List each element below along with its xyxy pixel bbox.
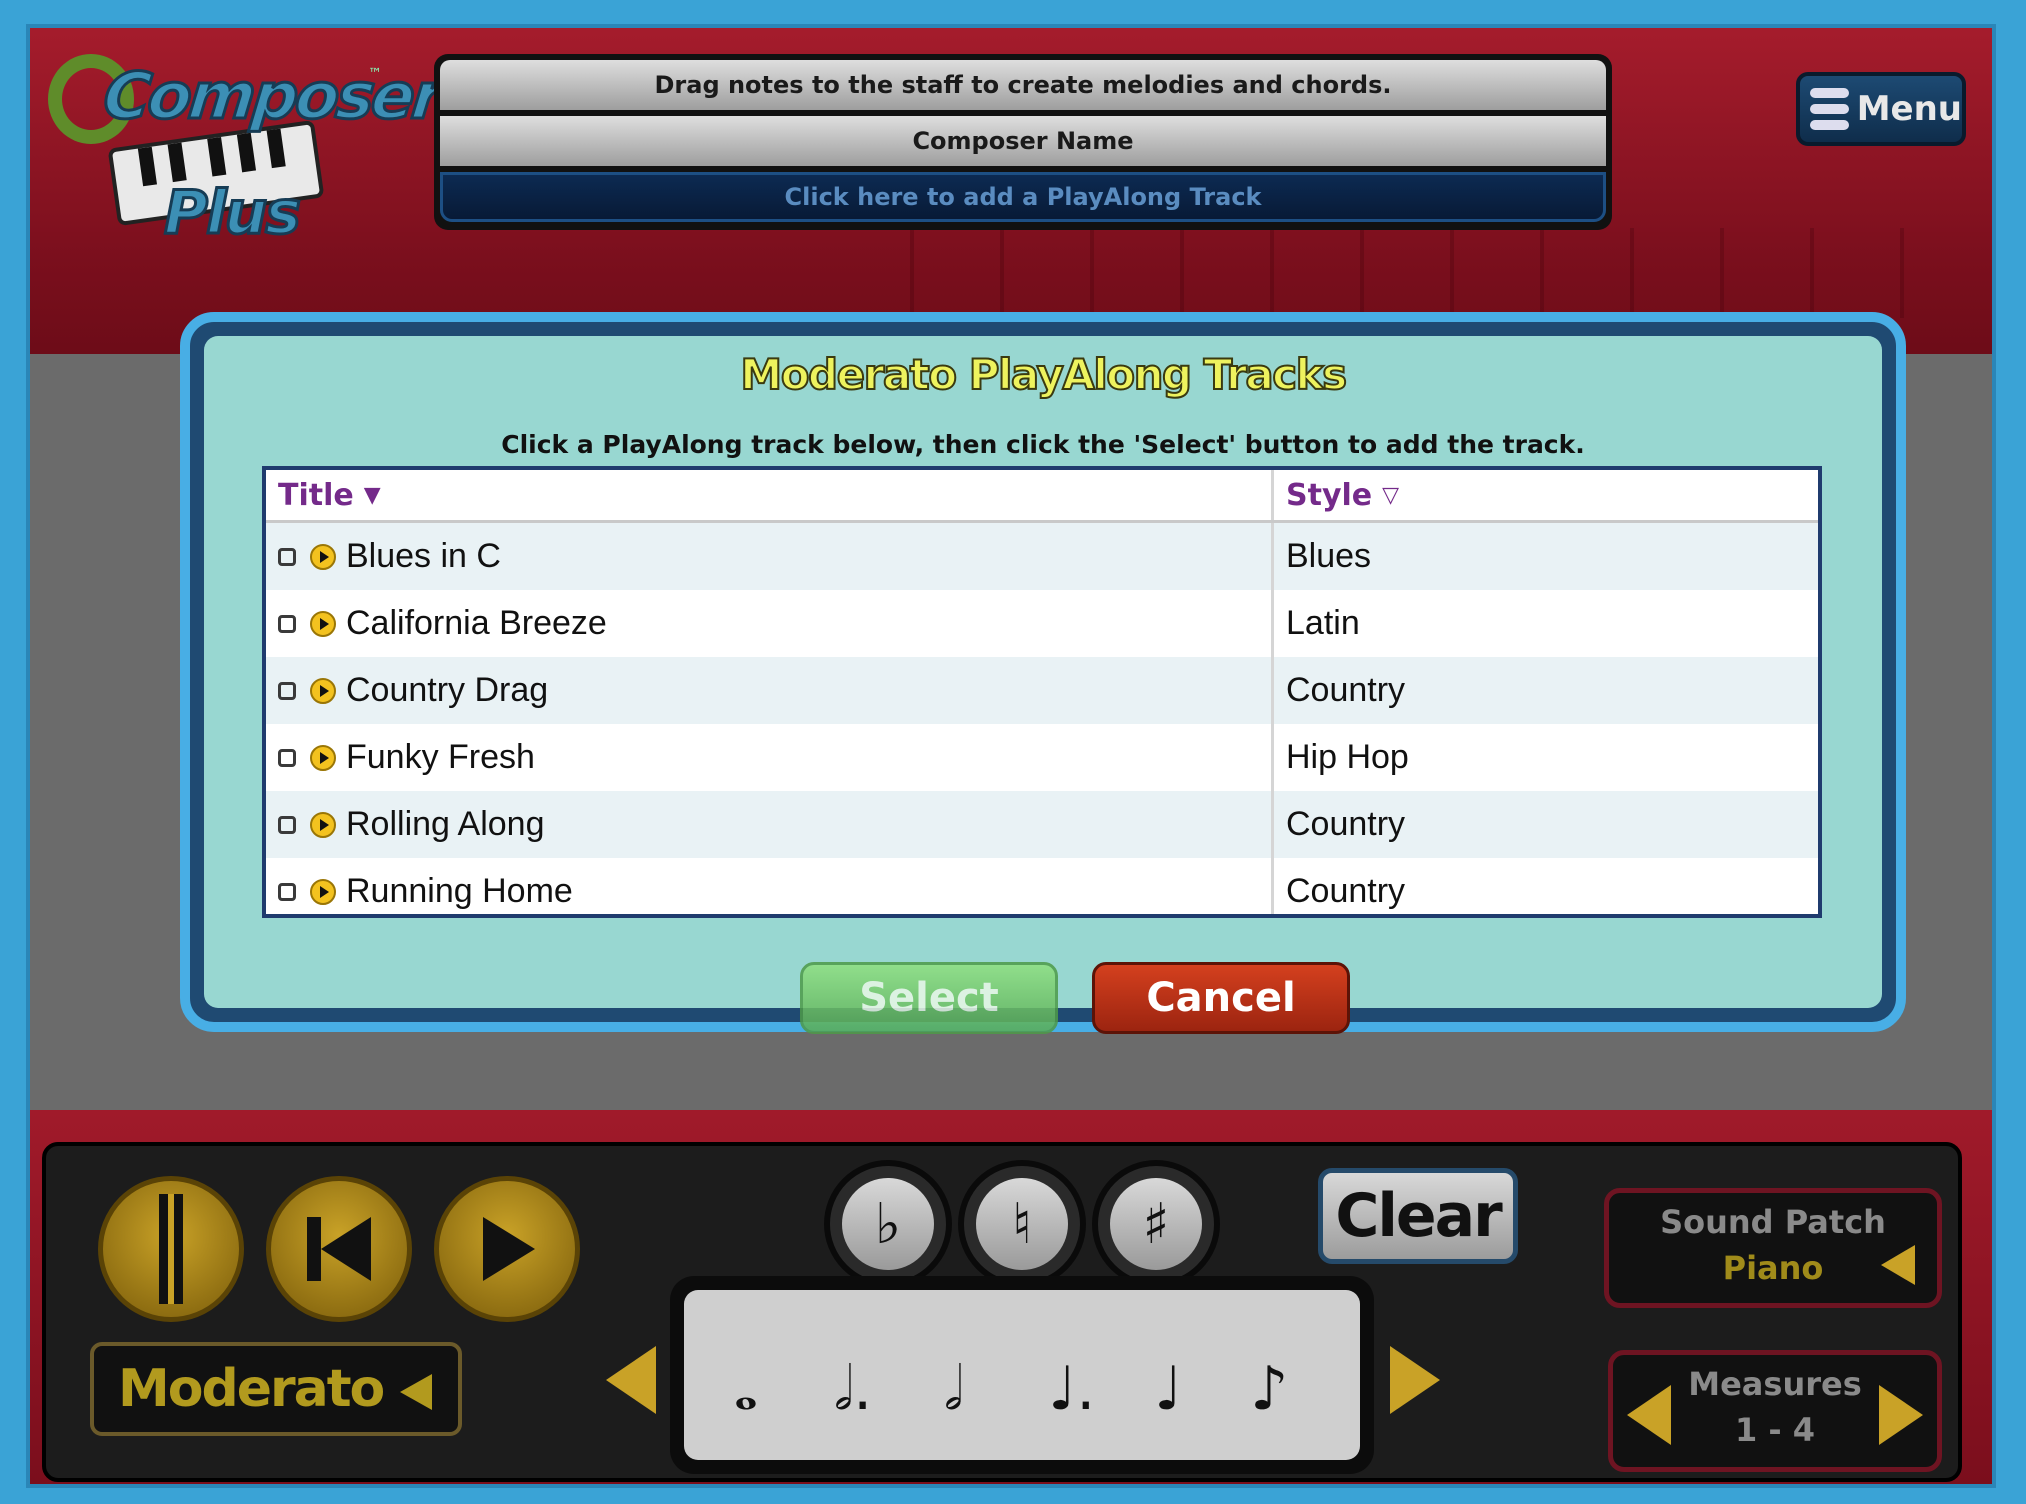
palette-left-arrow-icon[interactable] — [606, 1346, 656, 1414]
track-title: Country Drag — [346, 671, 549, 709]
track-title: Rolling Along — [346, 805, 545, 843]
table-row[interactable]: Rolling Along Country — [266, 791, 1818, 858]
instructions-bar: Drag notes to the staff to create melodi… — [440, 60, 1606, 110]
add-playalong-track-button[interactable]: Click here to add a PlayAlong Track — [440, 172, 1606, 222]
column-style-label: Style — [1286, 477, 1373, 513]
sort-desc-icon: ▼ — [363, 482, 381, 508]
column-header-title[interactable]: Title ▼ — [266, 470, 1274, 520]
table-body: Blues in C Blues California Breeze Latin — [266, 523, 1818, 914]
info-panel: Drag notes to the staff to create melodi… — [434, 54, 1612, 230]
rewind-button[interactable] — [266, 1176, 412, 1322]
row-checkbox[interactable] — [278, 614, 296, 633]
flat-icon: ♭ — [842, 1178, 934, 1270]
measures-selector: Measures 1 - 4 — [1608, 1350, 1942, 1472]
sound-patch-arrow-icon[interactable] — [1881, 1245, 1915, 1285]
play-preview-icon[interactable] — [310, 878, 336, 905]
dialog-title: Moderato PlayAlong Tracks — [739, 349, 1348, 400]
track-title: Funky Fresh — [346, 738, 535, 776]
table-row[interactable]: California Breeze Latin — [266, 590, 1818, 657]
track-style: Country — [1286, 805, 1406, 843]
play-preview-icon[interactable] — [310, 744, 336, 771]
row-checkbox[interactable] — [278, 748, 296, 767]
stop-icon — [159, 1194, 183, 1304]
hamburger-icon — [1810, 82, 1849, 136]
track-style: Latin — [1286, 604, 1360, 642]
tracks-table: Title ▼ Style ▽ Blues in C Blues Califor… — [262, 466, 1822, 918]
eighth-note-icon[interactable]: ♪ — [1250, 1354, 1288, 1424]
half-note-icon[interactable]: 𝅗𝅥 — [944, 1354, 963, 1424]
column-title-label: Title — [278, 477, 354, 513]
note-palette: 𝅝 𝅗𝅥. 𝅗𝅥 ♩. ♩ ♪ — [670, 1276, 1374, 1474]
natural-button[interactable]: ♮ — [958, 1160, 1086, 1288]
track-title: California Breeze — [346, 604, 607, 642]
tempo-selector[interactable]: Moderato — [90, 1342, 462, 1436]
play-button[interactable] — [434, 1176, 580, 1322]
sharp-button[interactable]: ♯ — [1092, 1160, 1220, 1288]
title-cell: California Breeze — [266, 590, 1274, 657]
table-row[interactable]: Funky Fresh Hip Hop — [266, 724, 1818, 791]
play-icon — [483, 1217, 535, 1281]
dialog-instructions: Click a PlayAlong track below, then clic… — [501, 430, 1585, 459]
dotted-quarter-note-icon[interactable]: ♩. — [1048, 1354, 1095, 1424]
sound-patch-selector[interactable]: Sound Patch Piano — [1604, 1188, 1942, 1308]
note-palette-tray: 𝅝 𝅗𝅥. 𝅗𝅥 ♩. ♩ ♪ — [684, 1290, 1360, 1460]
natural-icon: ♮ — [976, 1178, 1068, 1270]
table-header: Title ▼ Style ▽ — [266, 470, 1818, 523]
menu-button[interactable]: Menu — [1796, 72, 1966, 146]
composer-name-field[interactable]: Composer Name — [440, 116, 1606, 166]
track-style: Blues — [1286, 537, 1372, 575]
table-row[interactable]: Running Home Country — [266, 858, 1818, 914]
table-row[interactable]: Country Drag Country — [266, 657, 1818, 724]
row-checkbox[interactable] — [278, 882, 296, 901]
palette-right-arrow-icon[interactable] — [1390, 1346, 1440, 1414]
stop-button[interactable] — [98, 1176, 244, 1322]
logo-trademark: ™ — [368, 66, 382, 82]
row-checkbox[interactable] — [278, 681, 296, 700]
app-logo: Composer ™ Plus — [42, 42, 446, 250]
clear-button[interactable]: Clear — [1318, 1168, 1518, 1264]
play-preview-icon[interactable] — [310, 543, 336, 570]
title-cell: Running Home — [266, 858, 1274, 914]
row-checkbox[interactable] — [278, 547, 296, 566]
track-style: Hip Hop — [1286, 738, 1409, 776]
table-row[interactable]: Blues in C Blues — [266, 523, 1818, 590]
sort-inactive-icon: ▽ — [1382, 482, 1400, 508]
dialog-body: Moderato PlayAlong Tracks Click a PlayAl… — [204, 336, 1882, 1034]
title-cell: Funky Fresh — [266, 724, 1274, 791]
title-cell: Blues in C — [266, 523, 1274, 590]
track-style: Country — [1286, 671, 1406, 709]
sound-patch-label: Sound Patch — [1660, 1203, 1886, 1241]
logo-text-top: Composer — [99, 59, 446, 136]
app-frame: Composer ™ Plus Drag notes to the staff … — [26, 24, 1996, 1488]
dotted-half-note-icon[interactable]: 𝅗𝅥. — [834, 1354, 872, 1424]
quarter-note-icon[interactable]: ♩ — [1154, 1354, 1182, 1424]
sharp-icon: ♯ — [1110, 1178, 1202, 1270]
control-console: Moderato ♭ ♮ ♯ Clear 𝅝 𝅗𝅥. 𝅗𝅥 ♩. ♩ ♪ Sou… — [42, 1142, 1962, 1482]
background-piano-keys — [830, 228, 1930, 318]
track-title: Running Home — [346, 872, 573, 910]
play-preview-icon[interactable] — [310, 610, 336, 637]
menu-label: Menu — [1856, 89, 1962, 129]
measures-right-arrow-icon[interactable] — [1879, 1385, 1923, 1445]
logo-text-bottom: Plus — [163, 177, 303, 250]
playalong-dialog: Moderato PlayAlong Tracks Click a PlayAl… — [180, 312, 1906, 1034]
cancel-button[interactable]: Cancel — [1092, 962, 1350, 1034]
flat-button[interactable]: ♭ — [824, 1160, 952, 1288]
header-band: Composer ™ Plus Drag notes to the staff … — [30, 28, 1992, 354]
track-style: Country — [1286, 872, 1406, 910]
tempo-value: Moderato — [118, 1359, 385, 1419]
play-preview-icon[interactable] — [310, 677, 336, 704]
measures-left-arrow-icon[interactable] — [1627, 1385, 1671, 1445]
play-preview-icon[interactable] — [310, 811, 336, 838]
title-cell: Country Drag — [266, 657, 1274, 724]
select-button[interactable]: Select — [800, 962, 1058, 1034]
tempo-arrow-icon[interactable] — [400, 1374, 432, 1410]
row-checkbox[interactable] — [278, 815, 296, 834]
title-cell: Rolling Along — [266, 791, 1274, 858]
whole-note-icon[interactable]: 𝅝 — [734, 1354, 758, 1424]
column-header-style[interactable]: Style ▽ — [1274, 470, 1399, 520]
rewind-icon — [307, 1217, 371, 1281]
control-band: Moderato ♭ ♮ ♯ Clear 𝅝 𝅗𝅥. 𝅗𝅥 ♩. ♩ ♪ Sou… — [30, 1110, 1992, 1484]
track-title: Blues in C — [346, 537, 501, 575]
